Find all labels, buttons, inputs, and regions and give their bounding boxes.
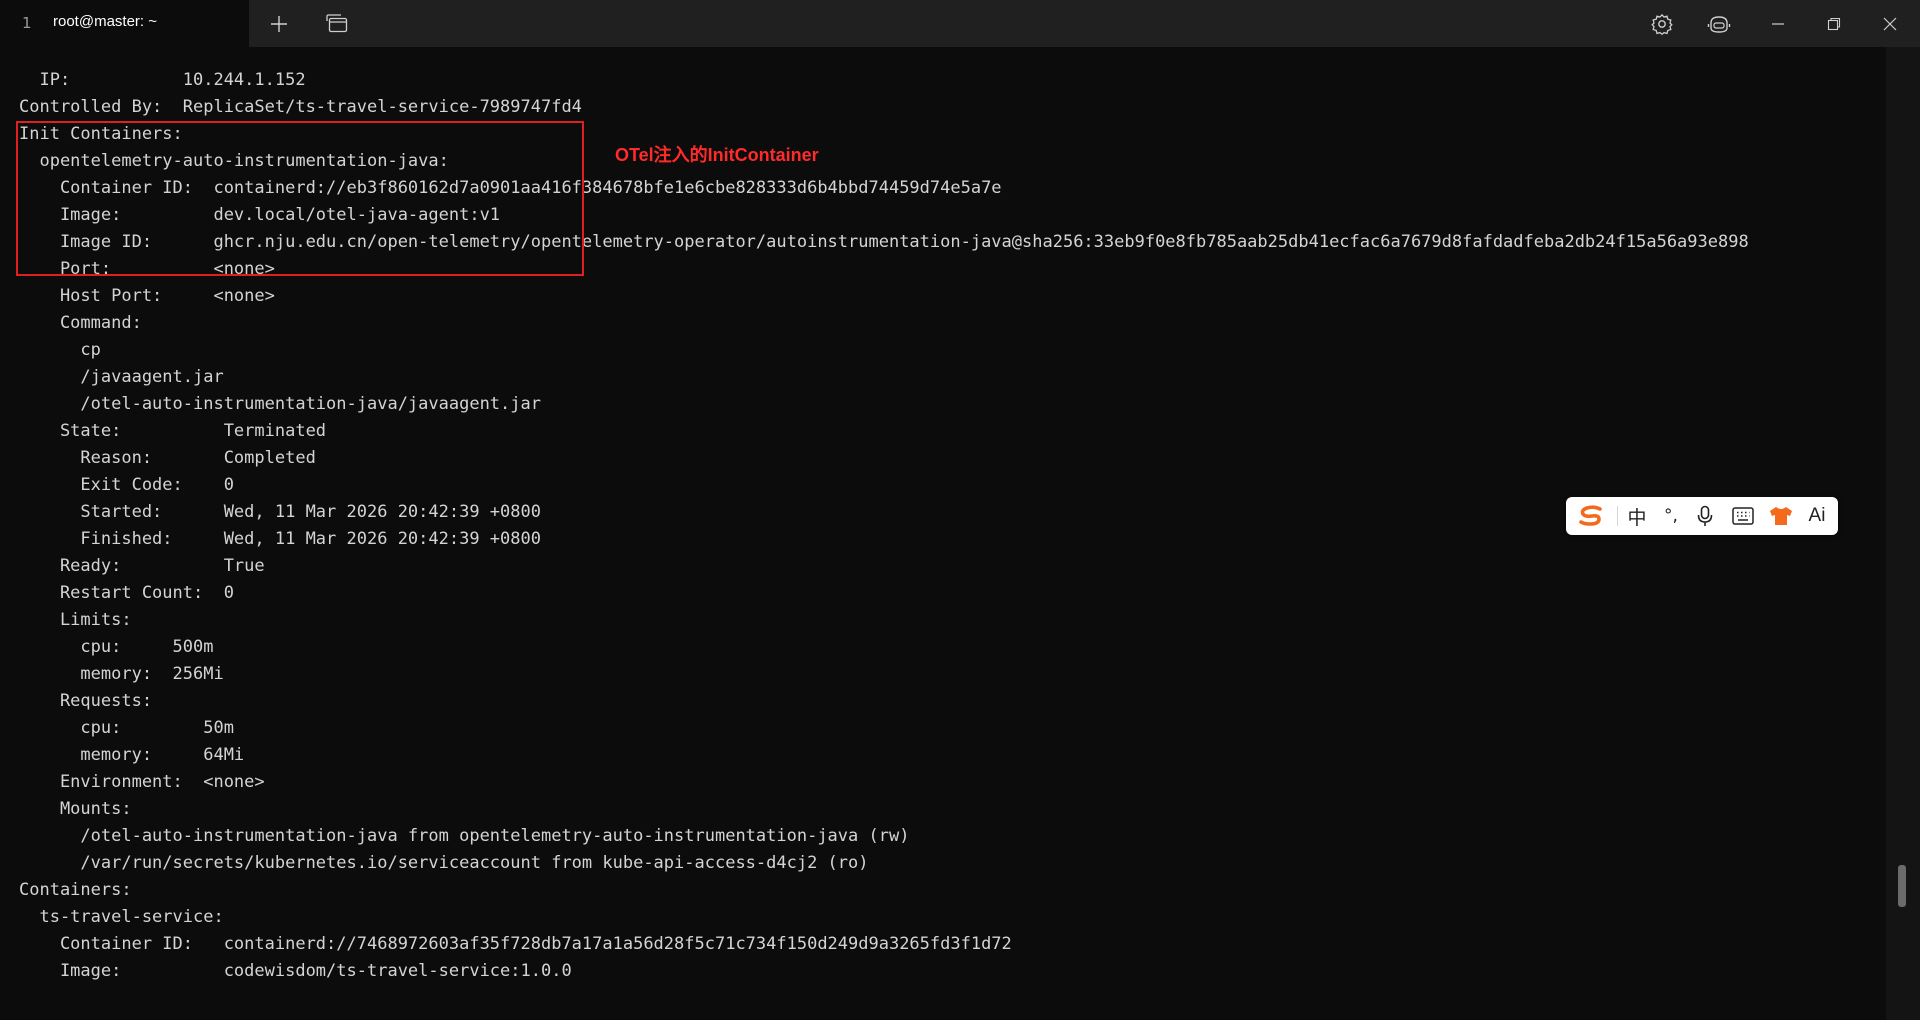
- terminal-line: Host Port: <none>: [19, 286, 275, 306]
- scrollbar-track[interactable]: [1886, 47, 1920, 1020]
- ime-toolbar[interactable]: 中 °, Ai: [1566, 497, 1838, 535]
- annotation-label: OTel注入的InitContainer: [615, 145, 819, 165]
- terminal-line: Restart Count: 0: [19, 583, 234, 603]
- terminal-line: cpu: 500m: [19, 637, 214, 657]
- terminal-line: Mounts:: [19, 799, 132, 819]
- terminal-line: Requests:: [19, 691, 153, 711]
- terminal-line: /otel-auto-instrumentation-java from ope…: [19, 826, 910, 846]
- terminal-line: Limits:: [19, 610, 132, 630]
- keyboard-icon[interactable]: [1726, 497, 1760, 535]
- new-tab-button[interactable]: [263, 8, 295, 40]
- terminal-line: ts-travel-service:: [19, 907, 224, 927]
- maximize-icon: [1827, 17, 1841, 31]
- terminal-line: Exit Code: 0: [19, 475, 234, 495]
- punctuation-toggle[interactable]: °,: [1654, 497, 1688, 535]
- terminal-line: Reason: Completed: [19, 448, 316, 468]
- minimize-button[interactable]: [1762, 8, 1794, 40]
- terminal-line: Controlled By: ReplicaSet/ts-travel-serv…: [19, 97, 582, 117]
- close-icon: [1883, 17, 1897, 31]
- terminal-line: /var/run/secrets/kubernetes.io/serviceac…: [19, 853, 869, 873]
- terminal-line: Command:: [19, 313, 142, 333]
- terminal-line: IP: 10.244.1.152: [19, 70, 306, 90]
- terminal-line: memory: 64Mi: [19, 745, 245, 765]
- ai-assistant-button[interactable]: Ai: [1800, 497, 1834, 535]
- tab-title: root@master: ~: [53, 13, 158, 30]
- microphone-icon[interactable]: [1688, 497, 1722, 535]
- annotation-highlight-box: [16, 121, 584, 276]
- skin-icon[interactable]: [1764, 497, 1798, 535]
- new-window-button[interactable]: [321, 8, 353, 40]
- copilot-icon: [1707, 14, 1731, 34]
- terminal-line: Environment: <none>: [19, 772, 265, 792]
- tab-index: 1: [22, 14, 32, 32]
- terminal-line: /javaagent.jar: [19, 367, 224, 387]
- terminal-line: Container ID: containerd://7468972603af3…: [19, 934, 1012, 954]
- terminal-line: State: Terminated: [19, 421, 327, 441]
- terminal-tab[interactable]: 1 root@master: ~: [0, 0, 249, 47]
- sogou-logo-icon[interactable]: [1574, 497, 1608, 535]
- plus-icon: [270, 15, 288, 33]
- scrollbar-thumb[interactable]: [1898, 865, 1906, 907]
- settings-button[interactable]: [1646, 8, 1678, 40]
- close-button[interactable]: [1874, 8, 1906, 40]
- terminal-line: Finished: Wed, 11 Mar 2026 20:42:39 +080…: [19, 529, 541, 549]
- terminal-line: Ready: True: [19, 556, 265, 576]
- ime-separator: [1617, 506, 1618, 526]
- minimize-icon: [1771, 17, 1785, 31]
- new-window-icon: [326, 14, 348, 34]
- terminal-line: /otel-auto-instrumentation-java/javaagen…: [19, 394, 541, 414]
- terminal-line: Started: Wed, 11 Mar 2026 20:42:39 +0800: [19, 502, 541, 522]
- gear-icon: [1651, 13, 1673, 35]
- terminal-line: cp: [19, 340, 101, 360]
- terminal-line: memory: 256Mi: [19, 664, 224, 684]
- terminal-line: Image: codewisdom/ts-travel-service:1.0.…: [19, 961, 572, 981]
- chinese-mode-toggle[interactable]: 中: [1620, 497, 1654, 535]
- copilot-button[interactable]: [1703, 8, 1735, 40]
- title-bar: 1 root@master: ~: [0, 0, 1920, 47]
- terminal-line: Containers:: [19, 880, 132, 900]
- maximize-button[interactable]: [1818, 8, 1850, 40]
- terminal-line: cpu: 50m: [19, 718, 234, 738]
